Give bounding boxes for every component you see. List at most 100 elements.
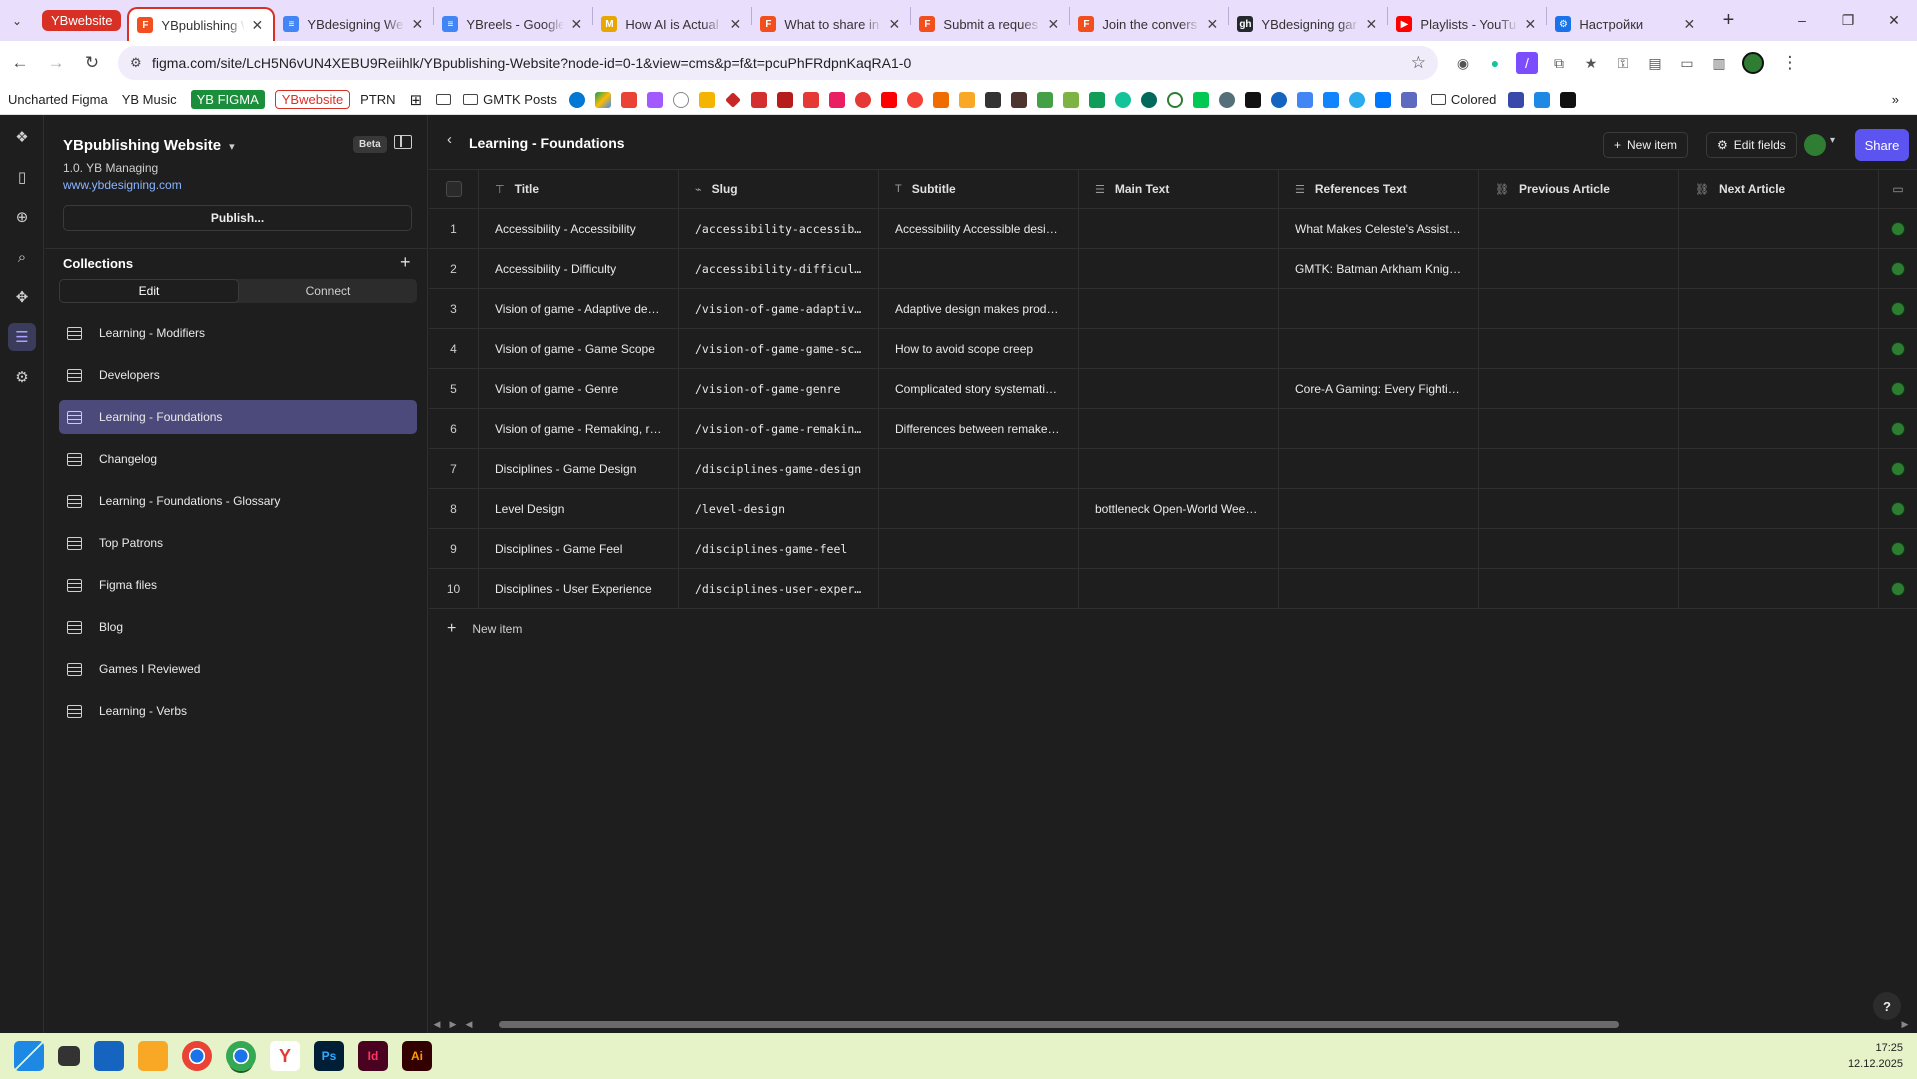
cell-references[interactable] <box>1279 529 1479 568</box>
cell-subtitle[interactable] <box>879 489 1079 528</box>
apps-grid-icon[interactable]: ⊞ <box>410 91 423 109</box>
cell-slug[interactable]: /vision-of-game-adaptive… <box>679 289 879 328</box>
table-row[interactable]: 2 Accessibility - Difficulty/accessibilit… <box>429 249 1917 289</box>
forward-arrow-icon[interactable]: → <box>40 53 72 73</box>
cell-slug[interactable]: /vision-of-game-remaking… <box>679 409 879 448</box>
bookmark-folder-colored[interactable]: Colored <box>1430 92 1496 107</box>
bookmark-patreon-icon[interactable] <box>802 91 819 108</box>
cell-references[interactable]: What Makes Celeste's Assist … <box>1279 209 1479 248</box>
collection-item[interactable]: Learning - Foundations - Glossary <box>59 484 417 518</box>
cell-subtitle[interactable] <box>879 529 1079 568</box>
chrome-menu-icon[interactable]: ⋮ <box>1774 53 1806 73</box>
cell-previous-article[interactable] <box>1479 449 1679 488</box>
cms-database-icon[interactable]: ☰ <box>0 317 44 357</box>
file-explorer-icon[interactable] <box>138 1041 168 1071</box>
cell-references[interactable] <box>1279 569 1479 608</box>
browser-tab[interactable]: F What to share in ✕ <box>752 7 910 41</box>
cell-previous-article[interactable] <box>1479 409 1679 448</box>
bookmark-lime-icon[interactable] <box>1192 91 1209 108</box>
bookmark-yb-figma[interactable]: YB FIGMA <box>190 90 265 109</box>
cell-previous-article[interactable] <box>1479 489 1679 528</box>
cell-next-article[interactable] <box>1679 489 1879 528</box>
close-window-icon[interactable]: ✕ <box>1871 12 1917 29</box>
extension-purple-icon[interactable]: / <box>1516 52 1538 74</box>
bookmark-gmail-icon[interactable] <box>620 91 637 108</box>
bookmark-manager-icon[interactable]: ★ <box>1580 52 1602 74</box>
cell-slug[interactable]: /disciplines-game-feel <box>679 529 879 568</box>
edit-fields-button[interactable]: ⚙ Edit fields <box>1706 132 1797 158</box>
cell-references[interactable] <box>1279 329 1479 368</box>
bookmark-red-diamond-icon[interactable] <box>724 91 741 108</box>
bookmark-uncharted-figma[interactable]: Uncharted Figma <box>8 92 108 107</box>
cell-previous-article[interactable] <box>1479 249 1679 288</box>
cell-subtitle[interactable] <box>879 569 1079 608</box>
cell-image[interactable] <box>1879 489 1917 528</box>
browser-tab[interactable]: M How AI is Actual ✕ <box>593 7 751 41</box>
new-item-button[interactable]: + New item <box>1603 132 1689 158</box>
collection-item[interactable]: Learning - Verbs <box>59 694 417 728</box>
table-row[interactable]: 3 Vision of game - Adaptive des… /vision-o… <box>429 289 1917 329</box>
cell-previous-article[interactable] <box>1479 329 1679 368</box>
puzzle-extensions-icon[interactable]: ⧉ <box>1548 52 1570 74</box>
column-header-subtitle[interactable]: T Subtitle <box>879 170 1079 208</box>
cell-subtitle[interactable]: Accessibility Accessible desig… <box>879 209 1079 248</box>
browser-tab[interactable]: F Join the convers ✕ <box>1070 7 1228 41</box>
task-view-icon[interactable] <box>58 1046 80 1066</box>
horizontal-scrollbar[interactable]: ◀ ▶ ◀ ▶ <box>429 1015 1917 1033</box>
cell-main-text[interactable] <box>1079 449 1279 488</box>
bookmark-vk-icon[interactable] <box>1374 91 1391 108</box>
user-avatar[interactable] <box>1804 134 1826 156</box>
cell-previous-article[interactable] <box>1479 369 1679 408</box>
tab-close-icon[interactable]: ✕ <box>1204 16 1220 33</box>
panel-toggle-icon[interactable] <box>394 135 412 149</box>
bookmark-arrow-icon[interactable] <box>1508 91 1525 108</box>
tab-close-icon[interactable]: ✕ <box>409 16 425 33</box>
cell-references[interactable] <box>1279 449 1479 488</box>
bookmark-red-icon-2[interactable] <box>776 91 793 108</box>
cell-image[interactable] <box>1879 329 1917 368</box>
collection-item[interactable]: Blog <box>59 610 417 644</box>
bookmark-dark-icon[interactable] <box>1010 91 1027 108</box>
cell-slug[interactable]: /disciplines-user-experi… <box>679 569 879 608</box>
cell-title[interactable]: Vision of game - Remaking, re… <box>479 409 679 448</box>
cell-slug[interactable]: /level-design <box>679 489 879 528</box>
bookmark-green-ring-icon[interactable] <box>1166 91 1183 108</box>
bookmark-ybwebsite[interactable]: YBwebsite <box>274 90 351 109</box>
bookmark-bluesky-icon[interactable] <box>1322 91 1339 108</box>
cell-subtitle[interactable] <box>879 449 1079 488</box>
cell-slug[interactable]: /accessibility-difficulty <box>679 249 879 288</box>
cell-references[interactable]: GMTK: Batman Arkham Knight… <box>1279 249 1479 288</box>
bookmark-circle-icon[interactable] <box>672 91 689 108</box>
cell-image[interactable] <box>1879 569 1917 608</box>
bookmark-tv-icon[interactable] <box>984 91 1001 108</box>
cell-next-article[interactable] <box>1679 329 1879 368</box>
cell-image[interactable] <box>1879 449 1917 488</box>
pages-icon[interactable]: ▯ <box>0 157 44 197</box>
scroll-left-icon[interactable]: ◀ <box>461 1019 477 1030</box>
cell-main-text[interactable] <box>1079 369 1279 408</box>
illustrator-icon[interactable]: Ai <box>402 1041 432 1071</box>
cell-main-text[interactable]: bottleneck Open-World Weeni… <box>1079 489 1279 528</box>
share-button[interactable]: Share <box>1855 129 1909 161</box>
url-omnibox[interactable]: ⚙ figma.com/site/LcH5N6vUN4XEBU9Reiihlk/… <box>118 46 1438 80</box>
cell-next-article[interactable] <box>1679 369 1879 408</box>
bookmark-orange-icon[interactable] <box>932 91 949 108</box>
cell-previous-article[interactable] <box>1479 569 1679 608</box>
insert-icon[interactable]: ⊕ <box>0 197 44 237</box>
tab-group-chip[interactable]: YBwebsite <box>42 10 122 31</box>
bookmark-translate-icon[interactable] <box>1296 91 1313 108</box>
bookmark-red-circle-icon[interactable] <box>854 91 871 108</box>
select-all-checkbox[interactable] <box>445 181 462 197</box>
tab-close-icon[interactable]: ✕ <box>1045 16 1061 33</box>
cell-title[interactable]: Vision of game - Adaptive des… <box>479 289 679 328</box>
column-header-slug[interactable]: ⌁ Slug <box>679 170 879 208</box>
scroll-left-icon[interactable]: ◀ <box>429 1019 445 1030</box>
side-panel-icon[interactable]: ▥ <box>1708 52 1730 74</box>
cell-next-article[interactable] <box>1679 529 1879 568</box>
cell-title[interactable]: Disciplines - User Experience <box>479 569 679 608</box>
cell-image[interactable] <box>1879 409 1917 448</box>
table-row[interactable]: 1 Accessibility - Accessibility/accessibi… <box>429 209 1917 249</box>
column-header-references[interactable]: ☰ References Text <box>1279 170 1479 208</box>
column-header-image[interactable]: ▭ <box>1879 170 1917 208</box>
bookmark-star-icon[interactable]: ☆ <box>1411 53 1426 73</box>
